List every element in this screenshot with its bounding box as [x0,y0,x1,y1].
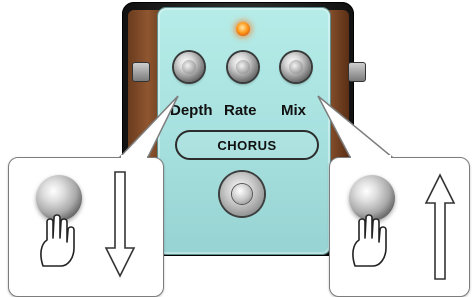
effect-name-plate: CHORUS [175,130,319,160]
depth-label: Depth [170,102,213,119]
depth-knob[interactable] [174,52,204,82]
hand-turning-knob-icon [40,214,75,267]
rate-label: Rate [224,102,257,119]
arrow-down-icon [104,171,136,278]
turn-down-callout [8,157,164,297]
mount-bracket-right [348,62,366,82]
mix-knob[interactable] [281,52,311,82]
hand-turning-knob-icon [352,214,387,267]
mount-bracket-left [132,62,150,82]
arrow-up-icon [424,173,456,280]
rate-knob[interactable] [228,52,258,82]
power-led-icon [236,22,250,36]
footswitch-button[interactable] [220,172,264,216]
chorus-pedal-instruction-graphic: Depth Rate Mix CHORUS [0,0,472,297]
mix-label: Mix [281,102,307,119]
